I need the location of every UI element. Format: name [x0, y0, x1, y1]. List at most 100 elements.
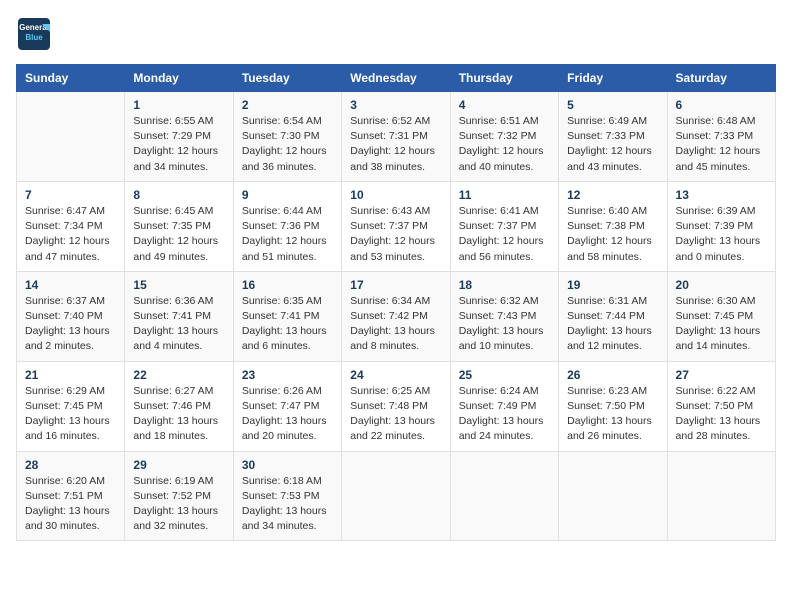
day-info: Sunrise: 6:37 AM Sunset: 7:40 PM Dayligh… — [25, 294, 116, 355]
week-row-4: 21Sunrise: 6:29 AM Sunset: 7:45 PM Dayli… — [17, 361, 776, 451]
day-info: Sunrise: 6:48 AM Sunset: 7:33 PM Dayligh… — [676, 114, 767, 175]
calendar-cell: 26 Sunrise: 6:23 AM Sunset: 7:50 PM Dayli… — [559, 361, 667, 451]
calendar-cell: 25 Sunrise: 6:24 AM Sunset: 7:49 PM Dayli… — [450, 361, 558, 451]
day-number: 11 — [459, 188, 550, 202]
calendar-cell — [667, 451, 775, 541]
day-info: Sunrise: 6:52 AM Sunset: 7:31 PM Dayligh… — [350, 114, 441, 175]
week-row-2: 7 Sunrise: 6:47 AM Sunset: 7:34 PM Daylig… — [17, 181, 776, 271]
day-number: 16 — [242, 278, 333, 292]
header: General Blue — [16, 16, 776, 52]
day-number: 4 — [459, 98, 550, 112]
day-number: 9 — [242, 188, 333, 202]
calendar-cell — [342, 451, 450, 541]
day-info: Sunrise: 6:47 AM Sunset: 7:34 PM Dayligh… — [25, 204, 116, 265]
calendar-cell: 24Sunrise: 6:25 AM Sunset: 7:48 PM Dayli… — [342, 361, 450, 451]
calendar-cell: 16 Sunrise: 6:35 AM Sunset: 7:41 PM Dayli… — [233, 271, 341, 361]
calendar-cell: 17 Sunrise: 6:34 AM Sunset: 7:42 PM Dayli… — [342, 271, 450, 361]
calendar-cell: 1Sunrise: 6:55 AM Sunset: 7:29 PM Daylig… — [125, 92, 233, 182]
day-number: 6 — [676, 98, 767, 112]
header-day-sunday: Sunday — [17, 65, 125, 92]
day-number: 13 — [676, 188, 767, 202]
day-number: 19 — [567, 278, 658, 292]
day-number: 14 — [25, 278, 116, 292]
header-day-friday: Friday — [559, 65, 667, 92]
day-info: Sunrise: 6:45 AM Sunset: 7:35 PM Dayligh… — [133, 204, 224, 265]
day-info: Sunrise: 6:40 AM Sunset: 7:38 PM Dayligh… — [567, 204, 658, 265]
day-info: Sunrise: 6:23 AM Sunset: 7:50 PM Dayligh… — [567, 384, 658, 445]
day-number: 8 — [133, 188, 224, 202]
day-number: 23 — [242, 368, 333, 382]
calendar-cell: 23 Sunrise: 6:26 AM Sunset: 7:47 PM Dayli… — [233, 361, 341, 451]
day-number: 22 — [133, 368, 224, 382]
day-info: Sunrise: 6:36 AM Sunset: 7:41 PM Dayligh… — [133, 294, 224, 355]
day-number: 21 — [25, 368, 116, 382]
calendar-cell: 13 Sunrise: 6:39 AM Sunset: 7:39 PM Dayli… — [667, 181, 775, 271]
calendar-cell: 20 Sunrise: 6:30 AM Sunset: 7:45 PM Dayli… — [667, 271, 775, 361]
day-info: Sunrise: 6:49 AM Sunset: 7:33 PM Dayligh… — [567, 114, 658, 175]
calendar-cell: 14 Sunrise: 6:37 AM Sunset: 7:40 PM Dayli… — [17, 271, 125, 361]
day-number: 17 — [350, 278, 441, 292]
day-number: 3 — [350, 98, 441, 112]
calendar-cell: 12 Sunrise: 6:40 AM Sunset: 7:38 PM Dayli… — [559, 181, 667, 271]
calendar-cell: 29 Sunrise: 6:19 AM Sunset: 7:52 PM Dayli… — [125, 451, 233, 541]
day-number: 5 — [567, 98, 658, 112]
calendar-cell: 15Sunrise: 6:36 AM Sunset: 7:41 PM Dayli… — [125, 271, 233, 361]
calendar-table: SundayMondayTuesdayWednesdayThursdayFrid… — [16, 64, 776, 541]
logo: General Blue — [16, 16, 56, 52]
day-info: Sunrise: 6:25 AM Sunset: 7:48 PM Dayligh… — [350, 384, 441, 445]
day-number: 18 — [459, 278, 550, 292]
day-number: 26 — [567, 368, 658, 382]
day-info: Sunrise: 6:20 AM Sunset: 7:51 PM Dayligh… — [25, 474, 116, 535]
calendar-cell: 5 Sunrise: 6:49 AM Sunset: 7:33 PM Daylig… — [559, 92, 667, 182]
day-info: Sunrise: 6:32 AM Sunset: 7:43 PM Dayligh… — [459, 294, 550, 355]
header-day-wednesday: Wednesday — [342, 65, 450, 92]
week-row-3: 14 Sunrise: 6:37 AM Sunset: 7:40 PM Dayli… — [17, 271, 776, 361]
day-info: Sunrise: 6:44 AM Sunset: 7:36 PM Dayligh… — [242, 204, 333, 265]
day-info: Sunrise: 6:19 AM Sunset: 7:52 PM Dayligh… — [133, 474, 224, 535]
logo-icon: General Blue — [16, 16, 52, 52]
header-day-tuesday: Tuesday — [233, 65, 341, 92]
calendar-cell: 4Sunrise: 6:51 AM Sunset: 7:32 PM Daylig… — [450, 92, 558, 182]
calendar-cell: 11Sunrise: 6:41 AM Sunset: 7:37 PM Dayli… — [450, 181, 558, 271]
day-number: 10 — [350, 188, 441, 202]
day-number: 25 — [459, 368, 550, 382]
calendar-cell — [450, 451, 558, 541]
calendar-cell: 10 Sunrise: 6:43 AM Sunset: 7:37 PM Dayli… — [342, 181, 450, 271]
day-info: Sunrise: 6:54 AM Sunset: 7:30 PM Dayligh… — [242, 114, 333, 175]
calendar-cell: 30Sunrise: 6:18 AM Sunset: 7:53 PM Dayli… — [233, 451, 341, 541]
calendar-cell: 2Sunrise: 6:54 AM Sunset: 7:30 PM Daylig… — [233, 92, 341, 182]
day-number: 20 — [676, 278, 767, 292]
day-info: Sunrise: 6:39 AM Sunset: 7:39 PM Dayligh… — [676, 204, 767, 265]
day-info: Sunrise: 6:24 AM Sunset: 7:49 PM Dayligh… — [459, 384, 550, 445]
week-row-1: 1Sunrise: 6:55 AM Sunset: 7:29 PM Daylig… — [17, 92, 776, 182]
day-info: Sunrise: 6:34 AM Sunset: 7:42 PM Dayligh… — [350, 294, 441, 355]
day-number: 29 — [133, 458, 224, 472]
calendar-cell: 21Sunrise: 6:29 AM Sunset: 7:45 PM Dayli… — [17, 361, 125, 451]
calendar-cell: 28 Sunrise: 6:20 AM Sunset: 7:51 PM Dayli… — [17, 451, 125, 541]
week-row-5: 28 Sunrise: 6:20 AM Sunset: 7:51 PM Dayli… — [17, 451, 776, 541]
calendar-cell: 19 Sunrise: 6:31 AM Sunset: 7:44 PM Dayli… — [559, 271, 667, 361]
header-day-thursday: Thursday — [450, 65, 558, 92]
day-info: Sunrise: 6:18 AM Sunset: 7:53 PM Dayligh… — [242, 474, 333, 535]
day-info: Sunrise: 6:35 AM Sunset: 7:41 PM Dayligh… — [242, 294, 333, 355]
calendar-cell: 18 Sunrise: 6:32 AM Sunset: 7:43 PM Dayli… — [450, 271, 558, 361]
day-info: Sunrise: 6:55 AM Sunset: 7:29 PM Dayligh… — [133, 114, 224, 175]
day-number: 12 — [567, 188, 658, 202]
day-info: Sunrise: 6:31 AM Sunset: 7:44 PM Dayligh… — [567, 294, 658, 355]
calendar-cell: 27Sunrise: 6:22 AM Sunset: 7:50 PM Dayli… — [667, 361, 775, 451]
calendar-cell: 9 Sunrise: 6:44 AM Sunset: 7:36 PM Daylig… — [233, 181, 341, 271]
calendar-cell: 7 Sunrise: 6:47 AM Sunset: 7:34 PM Daylig… — [17, 181, 125, 271]
day-info: Sunrise: 6:26 AM Sunset: 7:47 PM Dayligh… — [242, 384, 333, 445]
day-number: 28 — [25, 458, 116, 472]
day-info: Sunrise: 6:27 AM Sunset: 7:46 PM Dayligh… — [133, 384, 224, 445]
day-info: Sunrise: 6:43 AM Sunset: 7:37 PM Dayligh… — [350, 204, 441, 265]
svg-text:Blue: Blue — [25, 33, 43, 42]
header-day-monday: Monday — [125, 65, 233, 92]
day-number: 7 — [25, 188, 116, 202]
calendar-cell: 6 Sunrise: 6:48 AM Sunset: 7:33 PM Daylig… — [667, 92, 775, 182]
day-info: Sunrise: 6:30 AM Sunset: 7:45 PM Dayligh… — [676, 294, 767, 355]
calendar-cell: 3 Sunrise: 6:52 AM Sunset: 7:31 PM Daylig… — [342, 92, 450, 182]
header-day-saturday: Saturday — [667, 65, 775, 92]
calendar-cell: 8 Sunrise: 6:45 AM Sunset: 7:35 PM Daylig… — [125, 181, 233, 271]
header-row: SundayMondayTuesdayWednesdayThursdayFrid… — [17, 65, 776, 92]
